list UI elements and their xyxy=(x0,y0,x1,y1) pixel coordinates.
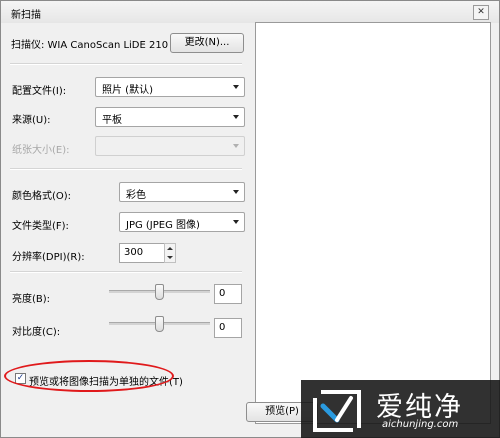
brightness-value: 0 xyxy=(219,288,226,299)
source-value: 平板 xyxy=(102,115,122,126)
brightness-input[interactable]: 0 xyxy=(214,284,242,304)
window-title: 新扫描 xyxy=(11,10,41,21)
resolution-value: 300 xyxy=(124,247,144,258)
resolution-label: 分辨率(DPI)(R): xyxy=(12,252,85,263)
chevron-down-icon xyxy=(233,85,239,89)
contrast-slider-thumb[interactable] xyxy=(155,316,164,332)
source-label: 来源(U): xyxy=(12,115,51,126)
title-bar: 新扫描 ✕ xyxy=(1,1,499,23)
color-format-value: 彩色 xyxy=(126,190,146,201)
contrast-input[interactable]: 0 xyxy=(214,318,242,338)
separator xyxy=(10,271,242,273)
profile-label: 配置文件(I): xyxy=(12,86,67,97)
resolution-input[interactable]: 300 xyxy=(119,243,165,263)
brightness-label: 亮度(B): xyxy=(12,294,51,305)
chevron-down-icon xyxy=(233,115,239,119)
brand-logo-icon xyxy=(313,390,361,432)
arrow-up-icon[interactable] xyxy=(167,247,173,250)
contrast-label: 对比度(C): xyxy=(12,327,61,338)
arrow-down-icon[interactable] xyxy=(167,256,173,259)
file-type-label: 文件类型(F): xyxy=(12,221,69,232)
profile-value: 照片 (默认) xyxy=(102,85,153,96)
close-button[interactable]: ✕ xyxy=(473,5,489,20)
separator xyxy=(10,168,242,170)
watermark-url: aichunjing.com xyxy=(382,419,459,430)
change-scanner-button[interactable]: 更改(N)... xyxy=(170,33,244,53)
file-type-value: JPG (JPEG 图像) xyxy=(126,220,200,231)
brightness-slider-thumb[interactable] xyxy=(155,284,164,300)
scanner-label: 扫描仪: WIA CanoScan LiDE 210 xyxy=(11,40,169,51)
chevron-down-icon xyxy=(233,144,239,148)
chevron-down-icon xyxy=(233,190,239,194)
color-format-label: 颜色格式(O): xyxy=(12,191,72,202)
file-type-select[interactable]: JPG (JPEG 图像) xyxy=(119,212,245,232)
paper-size-select xyxy=(95,136,245,156)
color-format-select[interactable]: 彩色 xyxy=(119,182,245,202)
profile-select[interactable]: 照片 (默认) xyxy=(95,77,245,97)
separator xyxy=(10,63,242,65)
source-select[interactable]: 平板 xyxy=(95,107,245,127)
contrast-value: 0 xyxy=(219,322,226,333)
resolution-stepper[interactable] xyxy=(164,243,176,263)
chevron-down-icon xyxy=(233,220,239,224)
scan-preview-pane xyxy=(255,22,491,424)
annotation-highlight xyxy=(4,360,174,392)
paper-size-label: 纸张大小(E): xyxy=(12,145,70,156)
